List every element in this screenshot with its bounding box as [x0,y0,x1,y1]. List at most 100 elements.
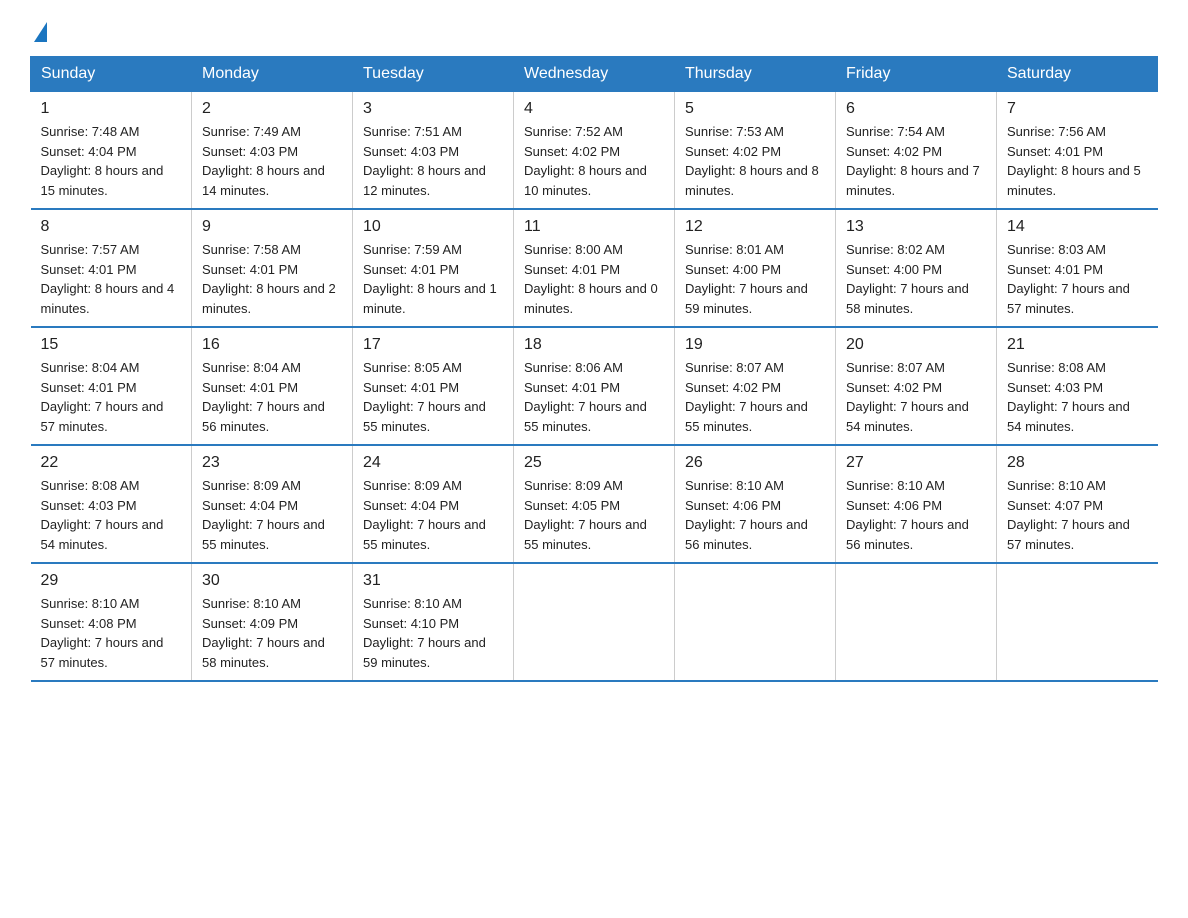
page-header [30,20,1158,38]
day-info: Sunrise: 8:10 AMSunset: 4:06 PMDaylight:… [685,476,825,554]
calendar-cell [514,563,675,681]
calendar-cell: 30 Sunrise: 8:10 AMSunset: 4:09 PMDayligh… [192,563,353,681]
header-monday: Monday [192,57,353,92]
calendar-week-row: 1 Sunrise: 7:48 AMSunset: 4:04 PMDaylight… [31,92,1158,210]
calendar-cell: 3 Sunrise: 7:51 AMSunset: 4:03 PMDaylight… [353,92,514,210]
day-number: 29 [41,572,182,590]
day-number: 2 [202,100,342,118]
calendar-cell: 6 Sunrise: 7:54 AMSunset: 4:02 PMDaylight… [836,92,997,210]
header-wednesday: Wednesday [514,57,675,92]
calendar-cell: 2 Sunrise: 7:49 AMSunset: 4:03 PMDaylight… [192,92,353,210]
calendar-cell: 15Sunrise: 8:04 AMSunset: 4:01 PMDayligh… [31,327,192,445]
day-info: Sunrise: 8:09 AMSunset: 4:04 PMDaylight:… [363,476,503,554]
calendar-cell: 29 Sunrise: 8:10 AMSunset: 4:08 PMDayligh… [31,563,192,681]
calendar-week-row: 22 Sunrise: 8:08 AMSunset: 4:03 PMDayligh… [31,445,1158,563]
day-info: Sunrise: 8:00 AMSunset: 4:01 PMDaylight:… [524,240,664,318]
calendar-cell: 13 Sunrise: 8:02 AMSunset: 4:00 PMDayligh… [836,209,997,327]
day-info: Sunrise: 8:07 AMSunset: 4:02 PMDaylight:… [685,358,825,436]
logo [30,20,47,38]
day-info: Sunrise: 7:53 AMSunset: 4:02 PMDaylight:… [685,122,825,200]
day-number: 5 [685,100,825,118]
calendar-cell: 19 Sunrise: 8:07 AMSunset: 4:02 PMDayligh… [675,327,836,445]
day-number: 4 [524,100,664,118]
calendar-cell: 5 Sunrise: 7:53 AMSunset: 4:02 PMDaylight… [675,92,836,210]
day-number: 30 [202,572,342,590]
day-info: Sunrise: 7:49 AMSunset: 4:03 PMDaylight:… [202,122,342,200]
header-tuesday: Tuesday [353,57,514,92]
header-sunday: Sunday [31,57,192,92]
day-info: Sunrise: 7:54 AMSunset: 4:02 PMDaylight:… [846,122,986,200]
calendar-cell: 27 Sunrise: 8:10 AMSunset: 4:06 PMDayligh… [836,445,997,563]
day-number: 31 [363,572,503,590]
header-friday: Friday [836,57,997,92]
calendar-cell: 17Sunrise: 8:05 AMSunset: 4:01 PMDayligh… [353,327,514,445]
day-number: 15 [41,336,182,354]
day-number: 14 [1007,218,1148,236]
day-number: 6 [846,100,986,118]
calendar-cell: 12 Sunrise: 8:01 AMSunset: 4:00 PMDayligh… [675,209,836,327]
day-info: Sunrise: 8:10 AMSunset: 4:08 PMDaylight:… [41,594,182,672]
calendar-cell: 21 Sunrise: 8:08 AMSunset: 4:03 PMDayligh… [997,327,1158,445]
day-number: 7 [1007,100,1148,118]
day-info: Sunrise: 8:10 AMSunset: 4:09 PMDaylight:… [202,594,342,672]
day-number: 20 [846,336,986,354]
day-number: 3 [363,100,503,118]
day-number: 26 [685,454,825,472]
calendar-cell: 1 Sunrise: 7:48 AMSunset: 4:04 PMDaylight… [31,92,192,210]
calendar-cell: 18Sunrise: 8:06 AMSunset: 4:01 PMDayligh… [514,327,675,445]
day-number: 22 [41,454,182,472]
header-saturday: Saturday [997,57,1158,92]
calendar-cell: 14 Sunrise: 8:03 AMSunset: 4:01 PMDayligh… [997,209,1158,327]
calendar-table: SundayMondayTuesdayWednesdayThursdayFrid… [30,56,1158,682]
calendar-cell [997,563,1158,681]
calendar-cell: 11Sunrise: 8:00 AMSunset: 4:01 PMDayligh… [514,209,675,327]
day-info: Sunrise: 8:07 AMSunset: 4:02 PMDaylight:… [846,358,986,436]
day-info: Sunrise: 8:01 AMSunset: 4:00 PMDaylight:… [685,240,825,318]
day-number: 21 [1007,336,1148,354]
day-info: Sunrise: 7:56 AMSunset: 4:01 PMDaylight:… [1007,122,1148,200]
day-number: 13 [846,218,986,236]
day-number: 16 [202,336,342,354]
day-number: 1 [41,100,182,118]
day-info: Sunrise: 7:48 AMSunset: 4:04 PMDaylight:… [41,122,182,200]
day-info: Sunrise: 8:08 AMSunset: 4:03 PMDaylight:… [41,476,182,554]
calendar-cell: 16Sunrise: 8:04 AMSunset: 4:01 PMDayligh… [192,327,353,445]
calendar-cell: 25 Sunrise: 8:09 AMSunset: 4:05 PMDayligh… [514,445,675,563]
day-info: Sunrise: 7:52 AMSunset: 4:02 PMDaylight:… [524,122,664,200]
calendar-cell: 23 Sunrise: 8:09 AMSunset: 4:04 PMDayligh… [192,445,353,563]
day-number: 25 [524,454,664,472]
day-number: 23 [202,454,342,472]
day-info: Sunrise: 8:02 AMSunset: 4:00 PMDaylight:… [846,240,986,318]
calendar-cell: 24 Sunrise: 8:09 AMSunset: 4:04 PMDayligh… [353,445,514,563]
calendar-cell: 8Sunrise: 7:57 AMSunset: 4:01 PMDaylight… [31,209,192,327]
calendar-header-row: SundayMondayTuesdayWednesdayThursdayFrid… [31,57,1158,92]
calendar-cell: 28Sunrise: 8:10 AMSunset: 4:07 PMDayligh… [997,445,1158,563]
calendar-cell [836,563,997,681]
calendar-week-row: 15Sunrise: 8:04 AMSunset: 4:01 PMDayligh… [31,327,1158,445]
day-number: 19 [685,336,825,354]
day-number: 27 [846,454,986,472]
day-number: 10 [363,218,503,236]
calendar-cell: 10 Sunrise: 7:59 AMSunset: 4:01 PMDayligh… [353,209,514,327]
day-number: 17 [363,336,503,354]
calendar-cell: 22 Sunrise: 8:08 AMSunset: 4:03 PMDayligh… [31,445,192,563]
day-info: Sunrise: 7:51 AMSunset: 4:03 PMDaylight:… [363,122,503,200]
day-info: Sunrise: 7:59 AMSunset: 4:01 PMDaylight:… [363,240,503,318]
day-number: 9 [202,218,342,236]
calendar-cell: 7 Sunrise: 7:56 AMSunset: 4:01 PMDaylight… [997,92,1158,210]
day-info: Sunrise: 8:10 AMSunset: 4:10 PMDaylight:… [363,594,503,672]
day-info: Sunrise: 8:10 AMSunset: 4:06 PMDaylight:… [846,476,986,554]
day-info: Sunrise: 7:58 AMSunset: 4:01 PMDaylight:… [202,240,342,318]
day-info: Sunrise: 8:08 AMSunset: 4:03 PMDaylight:… [1007,358,1148,436]
day-info: Sunrise: 8:10 AMSunset: 4:07 PMDaylight:… [1007,476,1148,554]
calendar-cell [675,563,836,681]
calendar-cell: 20 Sunrise: 8:07 AMSunset: 4:02 PMDayligh… [836,327,997,445]
day-info: Sunrise: 8:09 AMSunset: 4:05 PMDaylight:… [524,476,664,554]
calendar-week-row: 29 Sunrise: 8:10 AMSunset: 4:08 PMDayligh… [31,563,1158,681]
day-info: Sunrise: 8:03 AMSunset: 4:01 PMDaylight:… [1007,240,1148,318]
day-info: Sunrise: 8:09 AMSunset: 4:04 PMDaylight:… [202,476,342,554]
calendar-week-row: 8Sunrise: 7:57 AMSunset: 4:01 PMDaylight… [31,209,1158,327]
day-number: 24 [363,454,503,472]
day-number: 12 [685,218,825,236]
day-info: Sunrise: 7:57 AMSunset: 4:01 PMDaylight:… [41,240,182,318]
